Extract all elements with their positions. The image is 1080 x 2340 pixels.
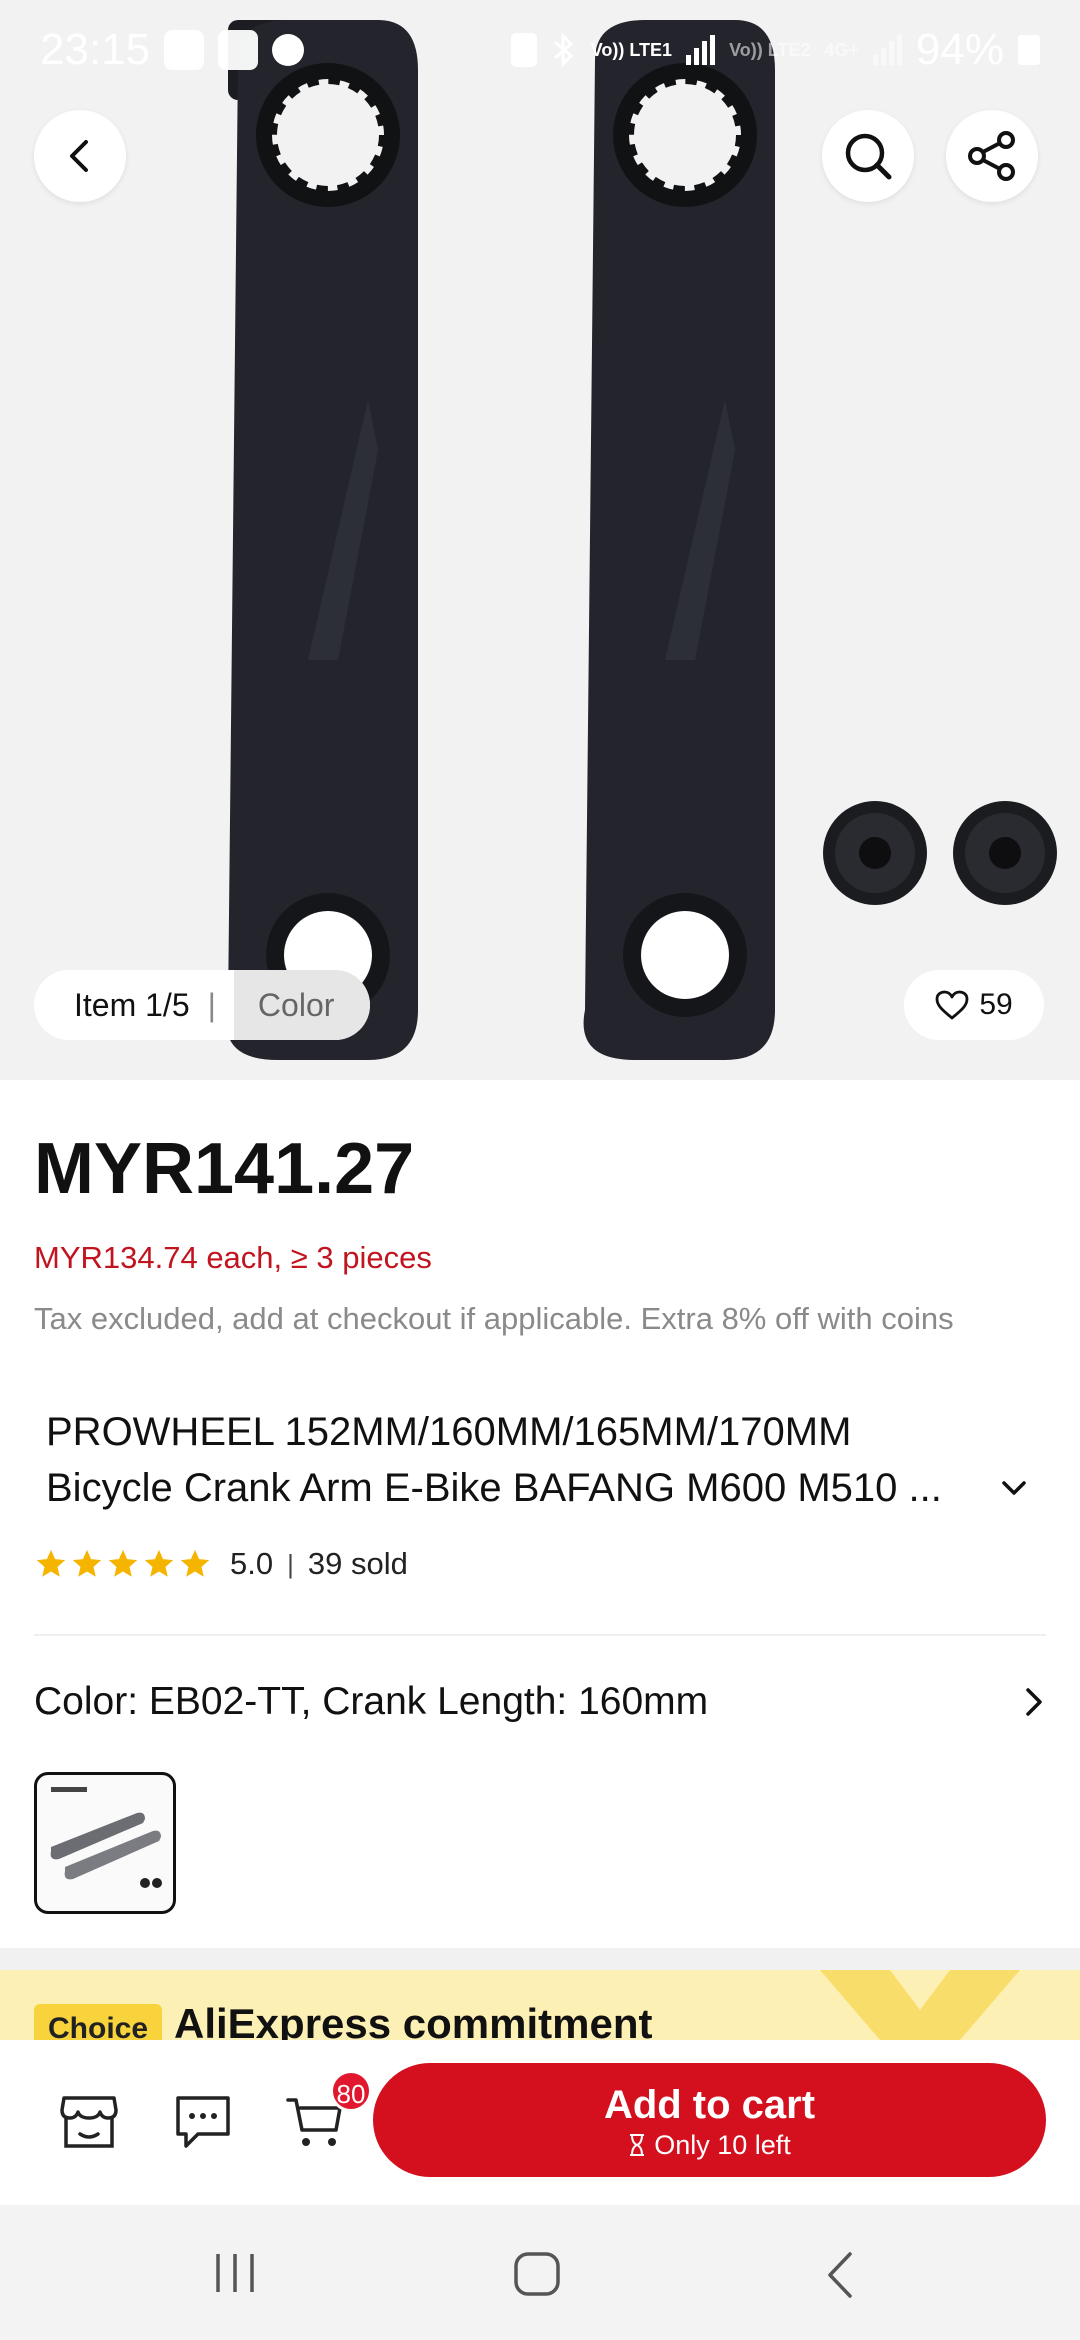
bottom-action-bar: 80 Add to cart Only 10 left bbox=[0, 2040, 1080, 2205]
tax-note: Tax excluded, add at checkout if applica… bbox=[34, 1301, 954, 1336]
image-counter-pill[interactable]: Item 1/5 | Color bbox=[34, 970, 371, 1040]
chevron-right-icon bbox=[1026, 1688, 1042, 1716]
bluetooth-icon bbox=[553, 32, 573, 68]
rating-separator: | bbox=[287, 1548, 294, 1579]
banner-decoration bbox=[820, 1970, 1020, 2040]
sold-count: 39 sold bbox=[307, 1546, 408, 1581]
star-icon bbox=[144, 1549, 174, 1577]
section-divider bbox=[34, 1634, 1046, 1636]
notification-icon bbox=[218, 30, 259, 70]
add-to-cart-label: Add to cart bbox=[603, 2082, 816, 2127]
star-rating bbox=[34, 1547, 212, 1581]
network-label: Vo)) LTE1 bbox=[590, 40, 673, 60]
item-counter: Item 1/5 bbox=[74, 986, 190, 1023]
product-image-carousel[interactable]: 23:15 Vo)) LTE1 Vo)) LTE2 4G+ 94% Item 1… bbox=[0, 0, 1080, 1080]
product-image-bolt bbox=[953, 801, 1057, 905]
status-bar: 23:15 Vo)) LTE1 Vo)) LTE2 4G+ 94% bbox=[0, 0, 1080, 100]
network-label: Vo)) LTE2 bbox=[729, 40, 811, 60]
product-title-line: PROWHEEL 152MM/160MM/165MM/170MM bbox=[46, 1410, 852, 1454]
signal-icon bbox=[872, 35, 902, 65]
commitment-banner[interactable]: Choice AliExpress commitment bbox=[0, 1970, 1080, 2040]
back-button[interactable] bbox=[34, 110, 126, 202]
rating-value: 5.0 bbox=[230, 1546, 274, 1581]
variant-label: Color: EB02-TT, Crank Length: 160mm bbox=[34, 1680, 709, 1723]
network-label: 4G+ bbox=[824, 40, 859, 60]
commitment-title: AliExpress commitment bbox=[174, 2000, 653, 2040]
share-icon bbox=[968, 131, 1015, 181]
back-nav-icon[interactable] bbox=[822, 2250, 858, 2300]
battery-icon bbox=[1018, 35, 1040, 65]
stock-note-text: Only 10 left bbox=[654, 2129, 791, 2160]
system-navigation-bar bbox=[0, 2205, 1080, 2340]
product-image-crank-arm-right bbox=[583, 20, 775, 1060]
star-icon bbox=[108, 1549, 138, 1577]
search-button[interactable] bbox=[822, 110, 914, 202]
pill-separator: | bbox=[207, 986, 216, 1023]
choice-badge: Choice bbox=[34, 2004, 163, 2040]
heart-icon bbox=[935, 990, 969, 1020]
status-time: 23:15 bbox=[40, 25, 151, 74]
product-image-crank-arm-left bbox=[226, 20, 418, 1060]
variant-selector[interactable]: Color: EB02-TT, Crank Length: 160mm bbox=[34, 1672, 1046, 1732]
add-to-cart-button[interactable]: Add to cart Only 10 left bbox=[373, 2063, 1046, 2177]
stock-note: Only 10 left bbox=[628, 2130, 791, 2161]
star-icon bbox=[36, 1549, 66, 1577]
star-icon bbox=[180, 1549, 210, 1577]
recent-apps-icon[interactable] bbox=[210, 2250, 260, 2296]
variant-thumbnail-image bbox=[50, 1787, 162, 1888]
rating-row[interactable]: 5.0 | 39 sold bbox=[34, 1538, 408, 1590]
bulk-price: MYR134.74 each, ≥ 3 pieces bbox=[34, 1240, 432, 1275]
star-icon bbox=[72, 1549, 102, 1577]
product-price: MYR141.27 bbox=[34, 1129, 415, 1209]
chat-icon[interactable] bbox=[172, 2092, 234, 2152]
search-icon bbox=[845, 133, 892, 180]
product-image-bolt bbox=[823, 801, 927, 905]
notification-icon bbox=[164, 30, 205, 70]
cart-count-badge: 80 bbox=[330, 2070, 372, 2112]
chevron-down-icon[interactable] bbox=[1000, 1478, 1028, 1498]
dnd-icon bbox=[272, 34, 305, 66]
color-tab[interactable]: Color bbox=[233, 970, 371, 1040]
battery-level: 94% bbox=[915, 25, 1004, 74]
section-gap bbox=[0, 1948, 1080, 1970]
favorites-count: 59 bbox=[979, 988, 1013, 1021]
product-title[interactable]: PROWHEEL 152MM/160MM/165MM/170MM Bicycle… bbox=[46, 1404, 1016, 1516]
wishlist-button[interactable]: 59 bbox=[904, 970, 1044, 1040]
store-icon[interactable] bbox=[58, 2092, 120, 2152]
share-button[interactable] bbox=[946, 110, 1038, 202]
back-arrow-icon bbox=[70, 140, 88, 172]
battery-saver-icon bbox=[510, 33, 537, 67]
hourglass-icon bbox=[630, 2134, 645, 2156]
home-icon[interactable] bbox=[512, 2250, 562, 2296]
product-title-line: Bicycle Crank Arm E-Bike BAFANG M600 M51… bbox=[46, 1466, 942, 1510]
signal-icon bbox=[686, 35, 716, 65]
variant-thumbnail[interactable] bbox=[34, 1772, 176, 1914]
